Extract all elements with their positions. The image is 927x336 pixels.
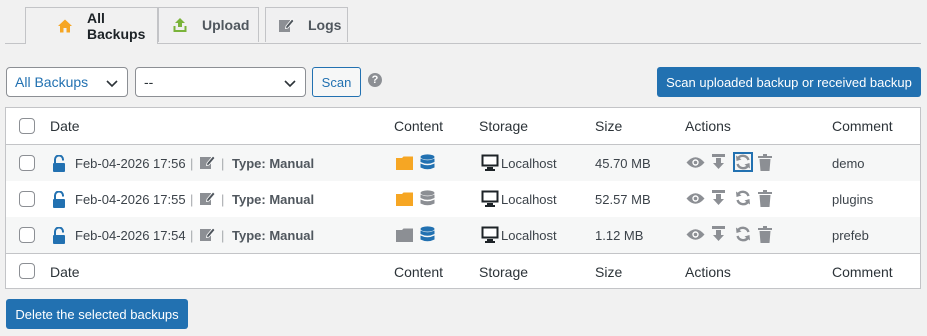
edit-comment-icon[interactable] [199,190,215,206]
restore-icon [736,226,750,242]
secondary-filter-select[interactable]: -- [135,67,306,97]
eye-icon[interactable] [686,192,705,205]
trash-icon[interactable] [758,190,772,207]
trash-icon[interactable] [758,226,772,243]
separator: | [190,227,194,243]
monitor-icon [481,154,499,171]
separator: | [221,155,225,171]
footer-storage: Storage [479,263,529,280]
monitor-icon [481,190,499,207]
database-icon [420,154,435,170]
folder-icon [396,156,413,170]
help-icon[interactable]: ? [368,73,382,87]
backup-filter-value: All Backups [15,74,89,90]
footer-actions: Actions [685,263,731,280]
restore-button[interactable] [733,152,753,172]
storage-location: Localhost [501,227,557,243]
monitor-icon [481,226,499,243]
folder-icon [396,228,413,242]
database-icon [420,190,435,206]
tab-logs-label: Logs [308,17,342,33]
tab-bar: All Backups Upload Logs [5,7,921,44]
backup-type: Type: Manual [232,155,315,171]
database-icon [420,226,435,242]
secondary-filter-value: -- [144,74,154,90]
separator: | [190,191,194,207]
unlock-icon[interactable] [52,227,66,244]
tab-logs[interactable]: Logs [265,7,348,42]
download-icon[interactable] [712,190,725,207]
backup-filter-select[interactable]: All Backups [6,67,128,97]
footer-size: Size [595,263,623,280]
header-storage: Storage [479,118,529,134]
tab-upload-label: Upload [202,17,250,33]
table-footer: Date Content Storage Size Actions Commen… [6,253,920,289]
header-content: Content [394,118,444,134]
chevron-down-icon [284,80,296,88]
chevron-down-icon [106,80,118,88]
storage-location: Localhost [501,155,557,171]
scan-button[interactable]: Scan [312,67,361,97]
backup-date: Feb-04-2026 17:55 [75,191,186,207]
edit-comment-icon[interactable] [199,154,215,170]
restore-icon [736,190,750,206]
header-comment: Comment [832,118,893,134]
edit-comment-icon[interactable] [199,226,215,242]
header-size: Size [595,118,623,134]
folder-icon [396,192,413,206]
select-all-checkbox-footer[interactable] [19,263,35,279]
row-checkbox[interactable] [19,227,35,243]
download-icon[interactable] [712,154,725,171]
backup-size: 1.12 MB [595,227,644,243]
edit-icon [278,17,294,33]
backups-table: Date Content Storage Size Actions Commen… [5,107,921,289]
restore-button[interactable] [733,224,753,244]
separator: | [221,191,225,207]
backup-date: Feb-04-2026 17:54 [75,227,186,243]
storage-location: Localhost [501,191,557,207]
unlock-icon[interactable] [52,191,66,208]
table-header: Date Content Storage Size Actions Commen… [6,108,920,145]
upload-icon [172,17,188,33]
delete-selected-backups-button[interactable]: Delete the selected backups [6,299,188,329]
table-row: Feb-04-2026 17:56 | | Type: Manual Local… [6,145,920,181]
separator: | [221,227,225,243]
backup-comment: plugins [832,191,874,207]
header-actions: Actions [685,118,731,134]
row-checkbox[interactable] [19,191,35,207]
select-all-checkbox[interactable] [19,118,35,134]
footer-content: Content [394,263,444,280]
backup-comment: prefeb [832,227,869,243]
backup-date: Feb-04-2026 17:56 [75,155,186,171]
header-date[interactable]: Date [50,108,80,144]
eye-icon[interactable] [686,228,705,241]
backup-size: 45.70 MB [595,155,651,171]
scan-uploaded-backup-button[interactable]: Scan uploaded backup or received backup [657,67,921,97]
unlock-icon[interactable] [52,155,66,172]
table-row: Feb-04-2026 17:55 | | Type: Manual Local… [6,181,920,217]
separator: | [190,155,194,171]
restore-icon [736,154,750,170]
backup-comment: demo [832,155,865,171]
backup-type: Type: Manual [232,227,315,243]
backup-size: 52.57 MB [595,191,651,207]
eye-icon[interactable] [686,156,705,169]
download-icon[interactable] [712,226,725,243]
table-row: Feb-04-2026 17:54 | | Type: Manual Local… [6,217,920,253]
backup-type: Type: Manual [232,191,315,207]
footer-comment: Comment [832,263,893,280]
row-checkbox[interactable] [19,155,35,171]
tab-all-backups[interactable]: All Backups [25,7,158,44]
restore-button[interactable] [733,188,753,208]
home-icon [57,18,73,34]
footer-date[interactable]: Date [50,254,80,289]
trash-icon[interactable] [758,154,772,171]
tab-all-backups-label: All Backups [87,10,146,42]
tab-upload[interactable]: Upload [158,7,259,42]
